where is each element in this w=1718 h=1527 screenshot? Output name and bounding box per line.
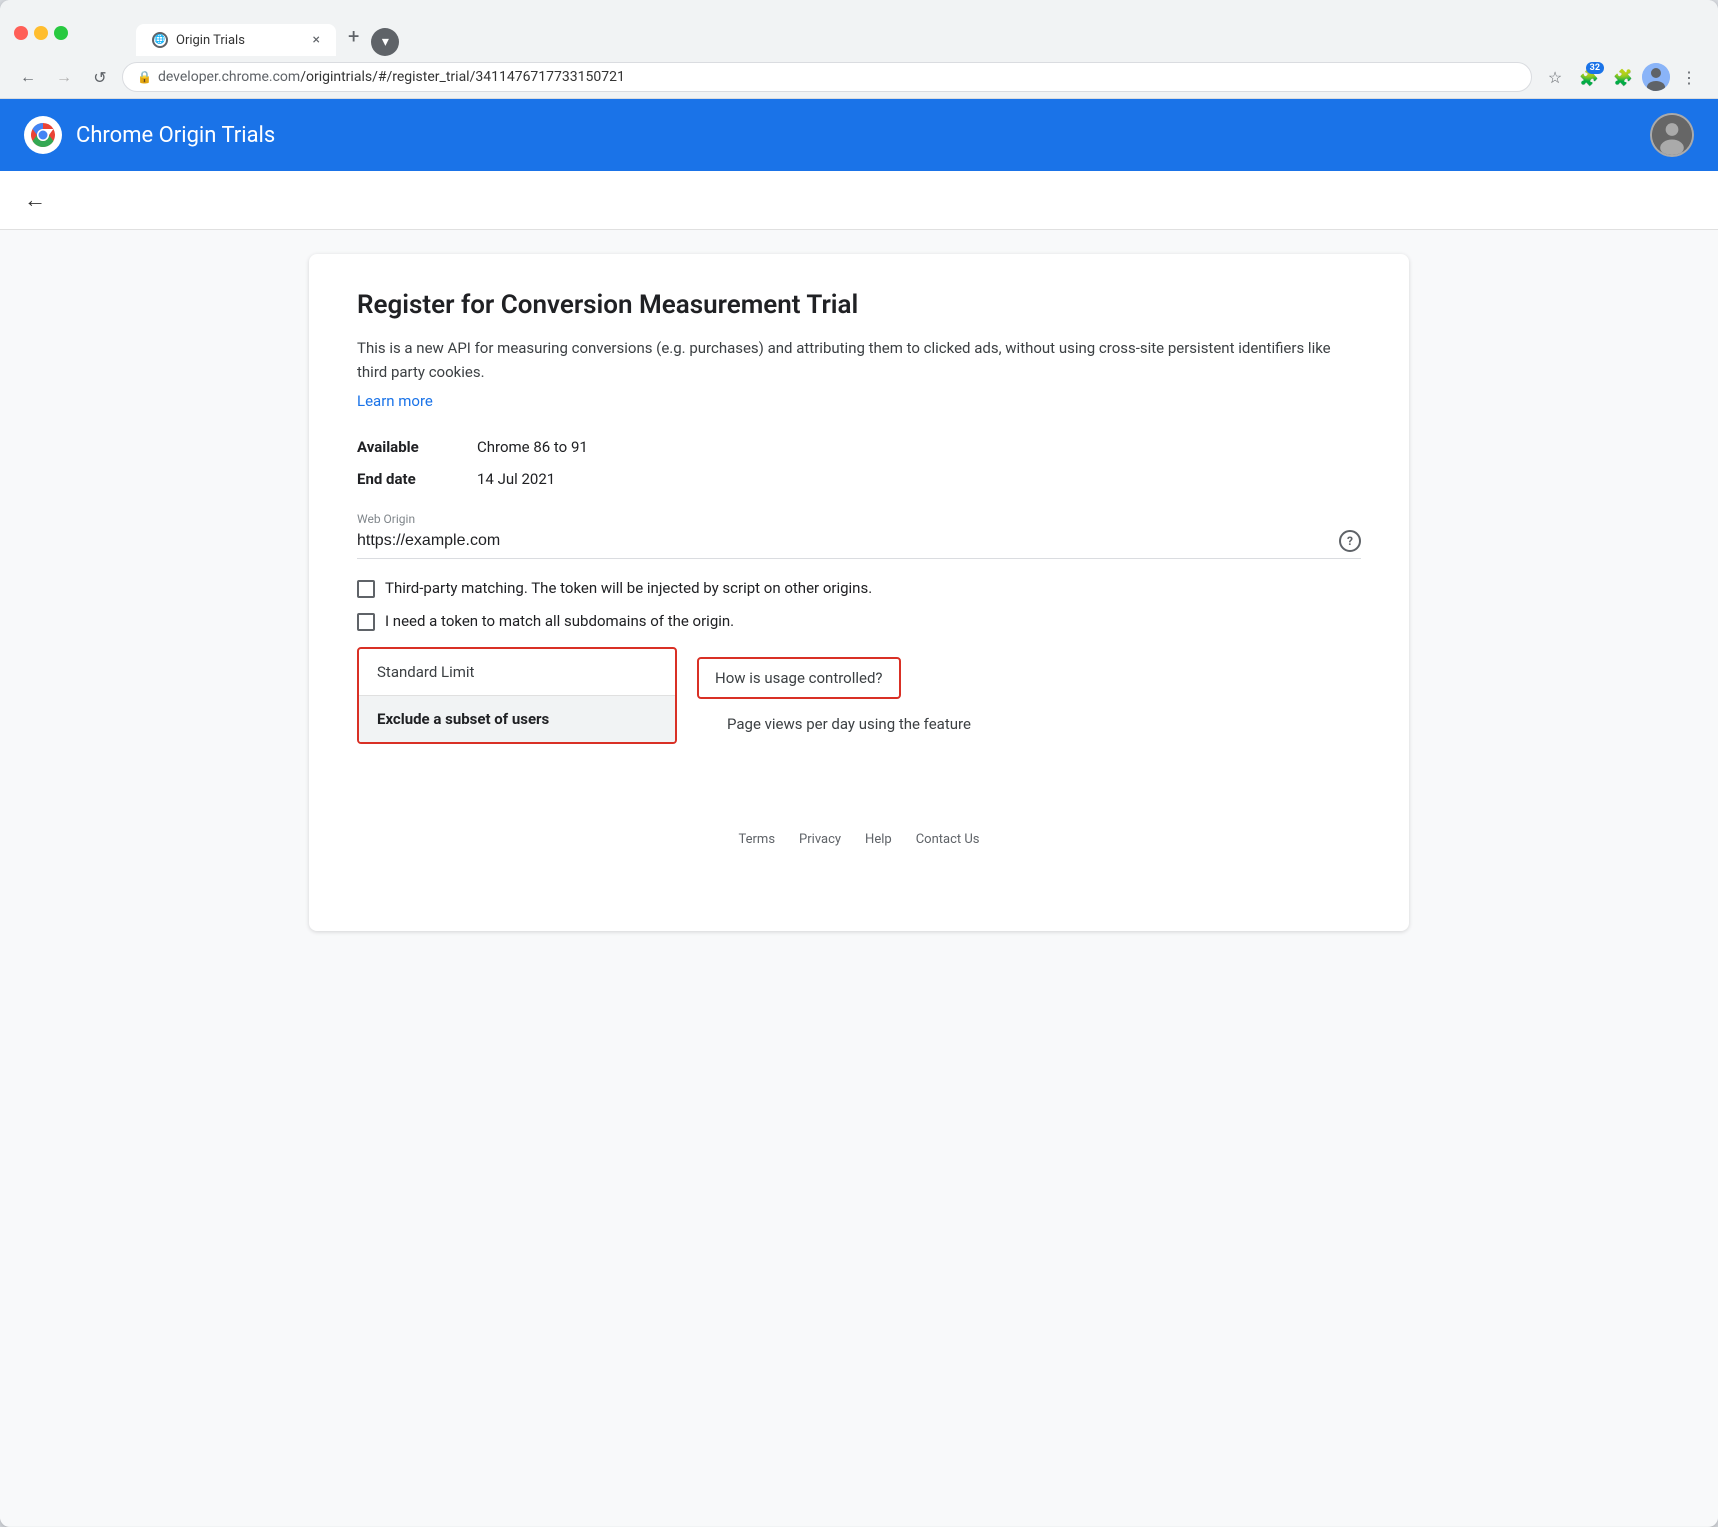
extensions-button[interactable]: 🧩 32 (1574, 62, 1604, 92)
learn-more-link[interactable]: Learn more (357, 392, 1361, 410)
page-back-button[interactable]: ← (24, 188, 46, 213)
minimize-button[interactable] (34, 26, 48, 40)
user-avatar[interactable] (1642, 63, 1670, 91)
web-origin-input[interactable] (357, 532, 1339, 550)
tab-close-icon[interactable]: × (313, 33, 320, 47)
traffic-lights (14, 26, 68, 40)
third-party-checkbox[interactable] (357, 580, 375, 598)
terms-link[interactable]: Terms (739, 832, 776, 847)
extensions-badge-count: 32 (1586, 62, 1604, 74)
footer: Terms Privacy Help Contact Us (357, 808, 1361, 871)
url-text: developer.chrome.com/origintrials/#/regi… (158, 69, 625, 85)
third-party-label: Third-party matching. The token will be … (385, 579, 872, 597)
url-path: /origintrials/#/register_trial/341147671… (300, 69, 625, 85)
toolbar-icons: ☆ 🧩 32 🧩 ⋮ (1540, 62, 1704, 92)
new-tab-button[interactable]: + (336, 16, 371, 56)
checkbox-subdomains-row: I need a token to match all subdomains o… (357, 612, 1361, 631)
tab-bar: 🌐 Origin Trials × + ▾ (76, 16, 459, 56)
app-header: Chrome Origin Trials (0, 99, 1718, 171)
subdomains-checkbox[interactable] (357, 613, 375, 631)
main-card: Register for Conversion Measurement Tria… (309, 254, 1409, 931)
card-title: Register for Conversion Measurement Tria… (357, 290, 1361, 320)
lock-icon: 🔒 (137, 70, 152, 84)
tab-title: Origin Trials (176, 33, 245, 48)
web-origin-label: Web Origin (357, 512, 1361, 526)
exclude-subset-option[interactable]: Exclude a subset of users (359, 696, 675, 742)
subdomains-label: I need a token to match all subdomains o… (385, 612, 734, 630)
url-domain: developer.chrome.com (158, 69, 300, 85)
available-value: Chrome 86 to 91 (477, 438, 588, 456)
active-tab[interactable]: 🌐 Origin Trials × (136, 24, 336, 56)
web-origin-input-row: ? (357, 530, 1361, 559)
checkbox-third-party-row: Third-party matching. The token will be … (357, 579, 1361, 598)
header-avatar[interactable] (1650, 113, 1694, 157)
browser-window: 🌐 Origin Trials × + ▾ ← → ↺ 🔒 developer.… (0, 0, 1718, 1527)
url-bar[interactable]: 🔒 developer.chrome.com/origintrials/#/re… (122, 62, 1532, 92)
dropdown-section: Standard Limit Exclude a subset of users… (357, 647, 1361, 748)
title-bar: 🌐 Origin Trials × + ▾ (0, 0, 1718, 56)
end-date-row: End date 14 Jul 2021 (357, 470, 1361, 488)
tab-globe-icon: 🌐 (152, 32, 168, 48)
help-link[interactable]: Help (865, 832, 892, 847)
chrome-logo-icon (24, 116, 62, 154)
back-nav-button[interactable]: ← (14, 63, 42, 91)
header-left: Chrome Origin Trials (24, 116, 275, 154)
refresh-button[interactable]: ↺ (86, 63, 114, 91)
address-bar: ← → ↺ 🔒 developer.chrome.com/origintrial… (0, 56, 1718, 99)
usage-control-dropdown[interactable]: Standard Limit Exclude a subset of users (357, 647, 677, 744)
star-icon[interactable]: ☆ (1540, 62, 1570, 92)
page-content: Chrome Origin Trials ← Register for Conv… (0, 99, 1718, 1526)
page-views-text: Page views per day using the feature (727, 715, 971, 733)
available-row: Available Chrome 86 to 91 (357, 438, 1361, 456)
close-button[interactable] (14, 26, 28, 40)
contact-link[interactable]: Contact Us (916, 832, 980, 847)
menu-button[interactable]: ⋮ (1674, 62, 1704, 92)
end-date-label: End date (357, 470, 477, 488)
web-origin-field: Web Origin ? (357, 512, 1361, 559)
app-title: Chrome Origin Trials (76, 123, 275, 148)
usage-question-label: How is usage controlled? (697, 657, 901, 699)
end-date-value: 14 Jul 2021 (477, 470, 555, 488)
back-area: ← (0, 171, 1718, 230)
standard-limit-option[interactable]: Standard Limit (359, 649, 675, 695)
available-label: Available (357, 438, 477, 456)
privacy-link[interactable]: Privacy (799, 832, 841, 847)
help-icon[interactable]: ? (1339, 530, 1361, 552)
maximize-button[interactable] (54, 26, 68, 40)
puzzle-icon[interactable]: 🧩 (1608, 62, 1638, 92)
forward-nav-button[interactable]: → (50, 63, 78, 91)
tab-menu-button[interactable]: ▾ (371, 28, 399, 56)
card-description: This is a new API for measuring conversi… (357, 336, 1361, 384)
